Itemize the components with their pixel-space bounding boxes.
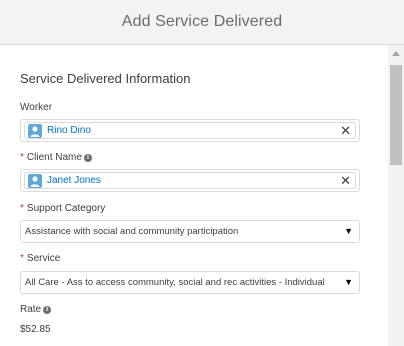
service-select[interactable]: All Care - Ass to access community, soci… <box>20 271 360 294</box>
modal-body: Service Delivered Information Worker Rin… <box>0 45 388 346</box>
worker-label: Worker <box>20 102 52 113</box>
worker-value: Rino Dino <box>47 125 91 136</box>
client-name-lookup-field[interactable]: Janet Jones ✕ <box>20 169 360 192</box>
client-name-pill[interactable]: Janet Jones ✕ <box>24 172 356 189</box>
rate-label-text: Rate <box>20 304 42 315</box>
support-category-select[interactable]: Assistance with social and community par… <box>20 220 360 243</box>
vertical-scrollbar[interactable] <box>388 45 404 346</box>
modal-title: Add Service Delivered <box>121 13 283 30</box>
rate-label: Rate i <box>20 304 52 315</box>
service-label: * Service <box>20 253 60 264</box>
support-category-label-text: Support Category <box>26 203 106 214</box>
required-marker: * <box>20 203 24 214</box>
info-icon[interactable]: i <box>83 153 92 162</box>
modal-header: Add Service Delivered <box>0 0 404 45</box>
required-marker: * <box>20 253 24 264</box>
contact-avatar-icon <box>28 123 42 138</box>
worker-pill[interactable]: Rino Dino ✕ <box>24 122 356 139</box>
section-title: Service Delivered Information <box>20 71 191 86</box>
caret-down-icon: ▼ <box>344 226 353 236</box>
info-icon[interactable]: i <box>43 305 52 314</box>
client-name-value: Janet Jones <box>47 175 101 186</box>
close-icon[interactable]: ✕ <box>340 124 351 138</box>
support-category-value: Assistance with social and community par… <box>25 226 239 237</box>
client-name-label: * Client Name i <box>20 152 92 163</box>
service-label-text: Service <box>26 253 61 264</box>
rate-value: $52.85 <box>20 324 51 335</box>
close-icon[interactable]: ✕ <box>340 174 351 188</box>
required-marker: * <box>20 152 24 163</box>
service-value: All Care - Ass to access community, soci… <box>25 277 325 288</box>
support-category-label: * Support Category <box>20 203 105 214</box>
caret-down-icon: ▼ <box>344 277 353 287</box>
worker-label-text: Worker <box>20 102 53 113</box>
client-name-label-text: Client Name <box>26 152 82 163</box>
contact-avatar-icon <box>28 173 42 188</box>
worker-lookup-field[interactable]: Rino Dino ✕ <box>20 119 360 142</box>
scroll-thumb[interactable] <box>390 65 402 165</box>
scroll-up-arrow-icon[interactable] <box>392 51 400 56</box>
